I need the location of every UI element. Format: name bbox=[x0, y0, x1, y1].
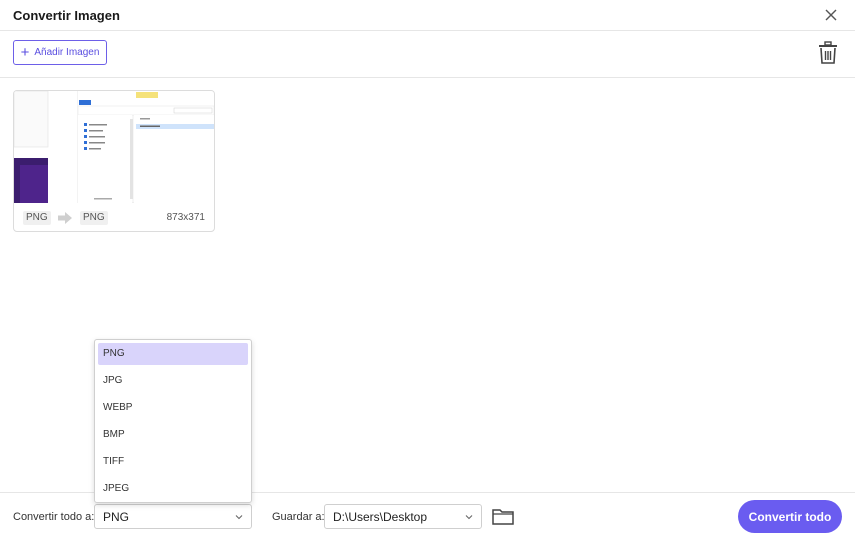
convert-format-select[interactable]: PNG bbox=[94, 504, 252, 529]
plus-icon: + bbox=[20, 44, 30, 61]
format-option-jpg[interactable]: JPG bbox=[98, 370, 248, 392]
image-card[interactable]: PNG PNG 873x371 bbox=[13, 90, 215, 232]
add-image-button[interactable]: + Añadir Imagen bbox=[13, 40, 107, 65]
save-path-select[interactable]: D:\Users\Desktop bbox=[324, 504, 482, 529]
format-option-jpeg[interactable]: JPEG bbox=[98, 478, 248, 500]
source-format-badge: PNG bbox=[23, 211, 51, 225]
trash-icon[interactable] bbox=[818, 41, 838, 65]
target-format-badge: PNG bbox=[80, 211, 108, 225]
format-option-bmp[interactable]: BMP bbox=[98, 424, 248, 446]
card-footer: PNG PNG 873x371 bbox=[14, 208, 214, 228]
title-bar: Convertir Imagen bbox=[0, 0, 855, 31]
chevron-down-icon bbox=[465, 515, 473, 520]
save-to-label: Guardar a: bbox=[272, 511, 325, 523]
convert-all-label: Convertir todo a: bbox=[13, 511, 95, 523]
image-dimensions: 873x371 bbox=[166, 212, 205, 223]
chevron-down-icon bbox=[235, 515, 243, 520]
format-option-png[interactable]: PNG bbox=[98, 343, 248, 365]
save-path-value: D:\Users\Desktop bbox=[333, 510, 428, 524]
arrow-right-icon bbox=[58, 212, 72, 224]
format-option-tiff[interactable]: TIFF bbox=[98, 451, 248, 473]
window-title: Convertir Imagen bbox=[13, 8, 120, 23]
folder-icon[interactable] bbox=[492, 507, 514, 525]
image-thumbnail bbox=[14, 91, 214, 203]
format-dropdown: PNG JPG WEBP BMP TIFF JPEG bbox=[94, 339, 252, 503]
add-image-label: Añadir Imagen bbox=[34, 47, 100, 58]
close-icon[interactable] bbox=[822, 6, 840, 24]
format-option-webp[interactable]: WEBP bbox=[98, 397, 248, 419]
convert-format-value: PNG bbox=[103, 510, 130, 524]
convert-all-button[interactable]: Convertir todo bbox=[738, 500, 842, 533]
toolbar: + Añadir Imagen bbox=[0, 31, 855, 78]
